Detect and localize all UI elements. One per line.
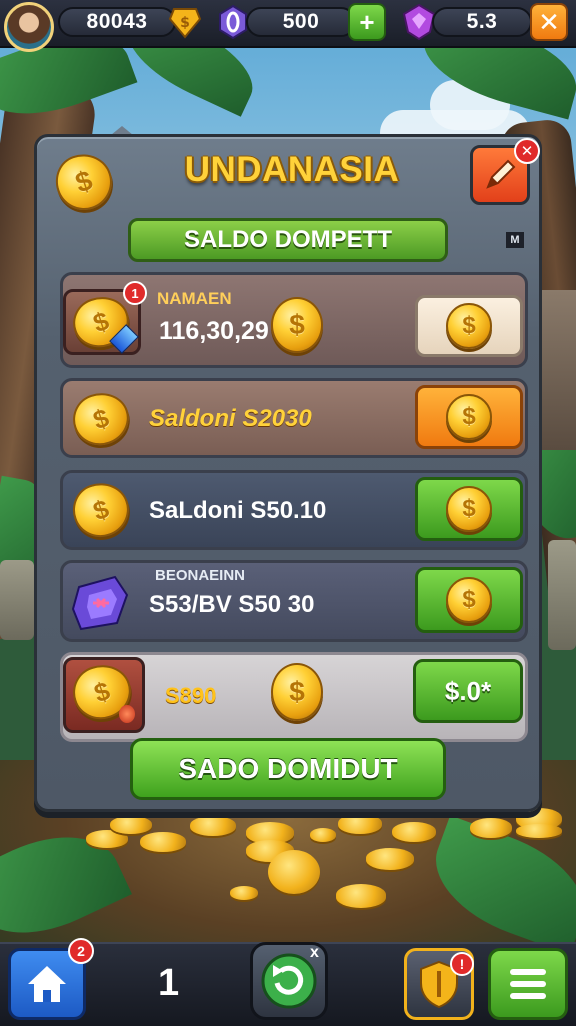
hut-wall: [536, 290, 576, 450]
coin-icon: $: [446, 303, 492, 349]
coin-icon: $: [166, 3, 204, 41]
collect-button[interactable]: $: [415, 477, 523, 541]
red-gem-icon: [119, 705, 135, 723]
row-value: Saldoni S2030: [149, 405, 312, 432]
coin-icon: $: [446, 394, 492, 440]
wallet-row: $ S890 $ $.0*: [60, 652, 528, 742]
wallet-row: $ SaLdoni S50.10 $: [60, 470, 528, 550]
mini-info-icon[interactable]: M: [506, 232, 524, 248]
gems-counter: 500: [246, 7, 356, 37]
bottom-nav: 2 1 x !: [0, 938, 576, 1026]
pile-coin: [230, 886, 258, 900]
player-avatar[interactable]: [4, 2, 54, 52]
collect-button[interactable]: $: [415, 385, 523, 449]
panel-title: UNDANASIA: [184, 150, 400, 189]
coin-icon: $: [66, 475, 136, 545]
home-badge: 2: [68, 938, 94, 964]
saldo-dompet-bottom-button[interactable]: SADO DOMIDUT: [130, 738, 446, 800]
saldo-dompet-button[interactable]: SALDO DOMPETT: [128, 218, 448, 262]
edit-icon: [486, 159, 516, 189]
close-top-button[interactable]: ✕: [530, 3, 568, 41]
wallet-row: BEONAEINN S53/BV S50 30 $: [60, 560, 528, 642]
coin-icon: $: [446, 486, 492, 532]
row-value: S53/BV S50 30: [149, 591, 315, 618]
stone-block: [548, 540, 576, 650]
crystals-counter: 5.3: [432, 7, 532, 37]
svg-text:$: $: [180, 15, 190, 31]
pile-coin: [470, 818, 512, 838]
pile-coin: [516, 824, 562, 838]
coin-icon: $: [271, 663, 323, 721]
coin-icon: $: [66, 385, 136, 453]
pile-coin: [110, 816, 152, 834]
row-value: 116,30,29: [159, 317, 269, 345]
collect-button[interactable]: $: [415, 567, 523, 633]
wallet-row: $ Saldoni S2030 $: [60, 378, 528, 458]
pile-coin: [310, 828, 336, 842]
menu-button[interactable]: [488, 948, 568, 1020]
row-badge: 1: [123, 281, 147, 305]
pile-coin: [268, 850, 320, 894]
row-value: S890: [165, 683, 217, 708]
shield-gem-icon: [71, 573, 131, 631]
coin-icon: $: [446, 577, 492, 623]
home-icon: [28, 966, 66, 1002]
claim-button[interactable]: $.0*: [413, 659, 523, 723]
row-tag: BEONAEINN: [155, 567, 246, 584]
shield-badge: !: [450, 952, 474, 976]
row-value: SaLdoni S50.10: [149, 497, 327, 524]
top-resource-bar: 80043 $ 500 + 5.3 ✕: [0, 0, 576, 52]
wallet-row: $ 1 NAMAEN 116,30,29 $ $: [60, 272, 528, 368]
refresh-badge: x: [310, 944, 319, 961]
level-counter: 1: [158, 962, 180, 1004]
pile-coin: [366, 848, 414, 870]
pile-coin: [336, 884, 386, 908]
add-currency-button[interactable]: +: [348, 3, 386, 41]
menu-icon: [510, 969, 546, 999]
coins-counter: 80043: [58, 7, 176, 37]
pile-coin: [338, 814, 382, 834]
stone-block: [0, 560, 34, 640]
pile-coin: [140, 832, 186, 852]
coin-icon: $: [271, 297, 323, 353]
row-tag: NAMAEN: [157, 289, 232, 308]
collect-button[interactable]: $: [415, 295, 523, 357]
edit-badge: ✕: [514, 138, 540, 164]
pile-coin: [190, 816, 236, 836]
pile-coin: [392, 822, 436, 842]
